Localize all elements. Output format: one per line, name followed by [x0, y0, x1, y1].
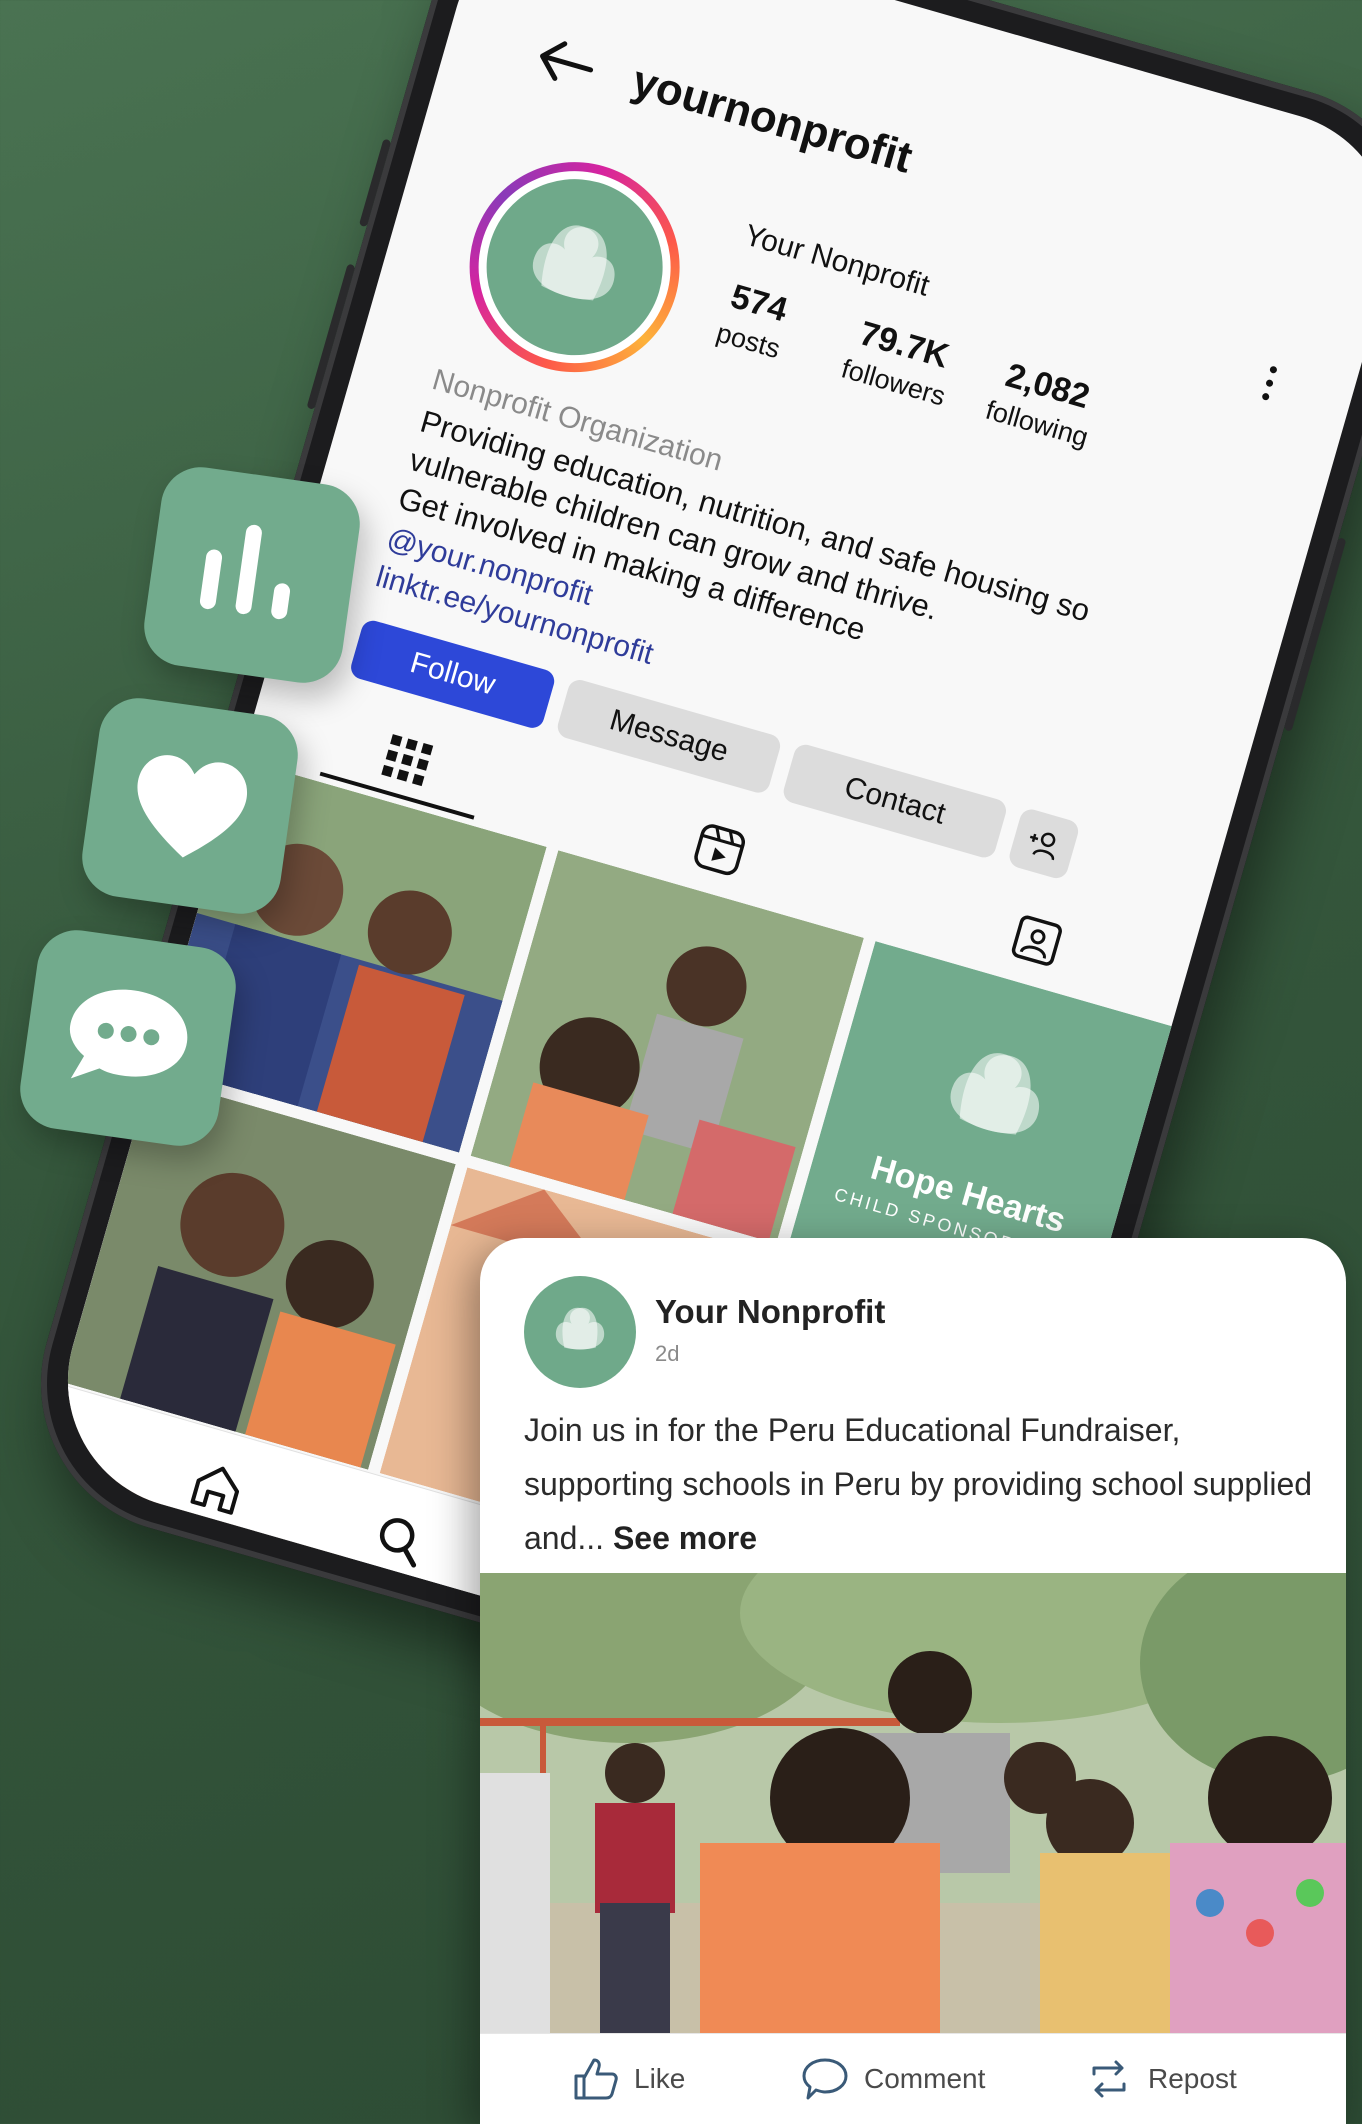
stat-following[interactable]: 2,082 following: [982, 353, 1103, 453]
stat-posts[interactable]: 574 posts: [713, 276, 795, 365]
search-icon[interactable]: [365, 1506, 434, 1575]
bar-chart-icon: [199, 524, 291, 620]
post-avatar[interactable]: [524, 1276, 636, 1388]
post-author[interactable]: Your Nonprofit: [655, 1293, 885, 1331]
analytics-tile: [139, 462, 365, 688]
stat-followers[interactable]: 79.7K followers: [838, 312, 961, 413]
grid-icon[interactable]: [376, 729, 438, 791]
like-label: Like: [634, 2063, 686, 2094]
reels-icon[interactable]: [689, 819, 751, 881]
kebab-menu-icon[interactable]: [1259, 363, 1280, 404]
like-icon: [574, 2058, 618, 2100]
profile-avatar[interactable]: [444, 137, 705, 398]
heart-icon: [137, 755, 248, 858]
add-user-icon: [1029, 832, 1056, 861]
back-arrow-icon[interactable]: [530, 30, 601, 95]
profile-username: yournonprofit: [626, 56, 918, 183]
hearts-logo-icon: [950, 1053, 1039, 1135]
repost-button[interactable]: Repost: [1084, 2054, 1237, 2104]
add-user-button[interactable]: [1006, 806, 1081, 881]
tagged-icon[interactable]: [1006, 910, 1068, 972]
see-more-link[interactable]: See more: [613, 1520, 757, 1556]
social-post-card: Your Nonprofit 2d Join us in for the Per…: [480, 1238, 1346, 2124]
hearts-logo-icon: [555, 1307, 605, 1350]
comment-tile: [15, 925, 241, 1151]
post-timestamp: 2d: [655, 1341, 680, 1366]
post-actions: Like Comment Repost: [480, 2033, 1346, 2124]
comment-label: Comment: [864, 2063, 986, 2094]
post-text: Join us in for the Peru Educational Fund…: [524, 1403, 1314, 1565]
comment-button[interactable]: Comment: [800, 2054, 985, 2104]
hearts-logo-icon: [532, 225, 615, 301]
speech-bubble-icon: [69, 989, 188, 1079]
like-button[interactable]: Like: [570, 2054, 685, 2104]
comment-icon: [802, 2058, 848, 2100]
repost-label: Repost: [1148, 2063, 1237, 2094]
repost-icon: [1092, 2060, 1126, 2098]
post-photo: [480, 1573, 1346, 2033]
home-icon[interactable]: [183, 1453, 252, 1522]
heart-tile: [77, 693, 303, 919]
phone-side-button: [358, 138, 392, 228]
